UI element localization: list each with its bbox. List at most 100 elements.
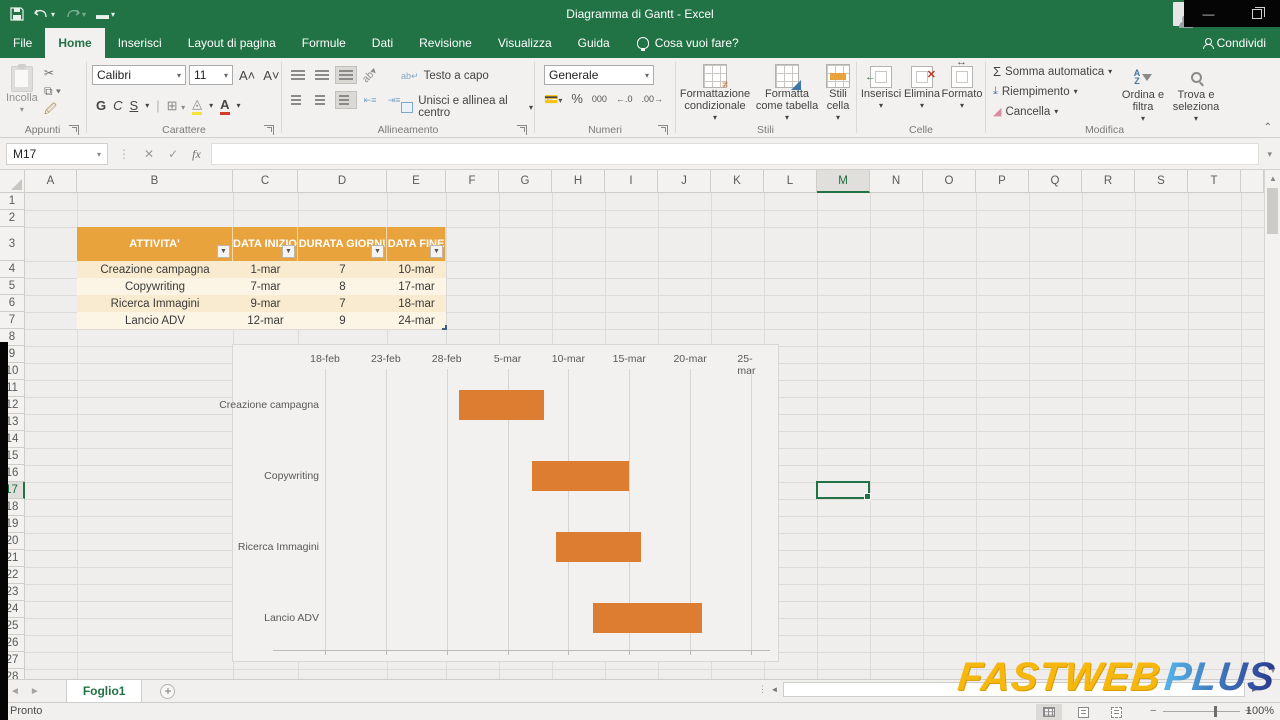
align-right-icon[interactable]: [335, 91, 357, 109]
filter-dropdown-icon[interactable]: ▼: [217, 245, 230, 258]
menu-tab-layout-di-pagina[interactable]: Layout di pagina: [175, 28, 289, 58]
sheet-tab-foglio1[interactable]: Foglio1: [66, 680, 143, 703]
table-cell[interactable]: 7: [298, 261, 387, 278]
number-dialog-launcher[interactable]: [658, 125, 668, 135]
collapse-ribbon-icon[interactable]: ⌃: [1264, 122, 1272, 133]
table-row[interactable]: Copywriting7-mar817-mar: [77, 278, 446, 295]
page-layout-view-icon[interactable]: [1070, 704, 1096, 720]
formula-bar-expand-icon[interactable]: ▾: [1267, 149, 1272, 160]
overlay-restore-icon[interactable]: [1252, 9, 1262, 19]
copy-icon[interactable]: ⧉ ▾: [44, 84, 61, 98]
insert-function-icon[interactable]: fx: [192, 147, 201, 162]
add-sheet-icon[interactable]: +: [160, 684, 175, 699]
insert-cells-button[interactable]: Inserisci ▾: [860, 66, 902, 112]
column-header-R[interactable]: R: [1082, 170, 1135, 193]
align-middle-icon[interactable]: [311, 66, 333, 84]
column-header-J[interactable]: J: [658, 170, 711, 193]
column-header-O[interactable]: O: [923, 170, 976, 193]
table-cell[interactable]: Creazione campagna: [77, 261, 233, 278]
decrease-indent-icon[interactable]: ⇤≡: [359, 91, 381, 109]
fill-color-icon[interactable]: ◬: [192, 96, 202, 115]
menu-tab-guida[interactable]: Guida: [565, 28, 623, 58]
percent-format-icon[interactable]: %: [571, 91, 583, 106]
font-size-combo[interactable]: 11▾: [189, 65, 233, 85]
tab-scroll-splitter[interactable]: ⋮: [758, 684, 768, 695]
menu-tab-home[interactable]: Home: [45, 28, 104, 58]
align-center-icon[interactable]: [311, 91, 333, 109]
table-cell[interactable]: Lancio ADV: [77, 312, 233, 329]
table-cell[interactable]: 7-mar: [233, 278, 298, 295]
format-painter-icon[interactable]: 🖉: [44, 102, 61, 116]
gantt-bar-creazione-campagna[interactable]: [459, 390, 544, 420]
column-header-S[interactable]: S: [1135, 170, 1188, 193]
gantt-chart[interactable]: 18-feb23-feb28-feb5-mar10-mar15-mar20-ma…: [232, 344, 779, 662]
orientation-icon[interactable]: ab▾: [359, 66, 381, 84]
fill-color-caret[interactable]: ▾: [209, 101, 213, 110]
gantt-bar-ricerca-immagini[interactable]: [556, 532, 641, 562]
column-header-G[interactable]: G: [499, 170, 552, 193]
vertical-scroll-thumb[interactable]: [1267, 188, 1278, 234]
comma-format-icon[interactable]: 000: [592, 94, 607, 104]
scroll-up-icon[interactable]: ▲: [1265, 170, 1280, 187]
row-header-2[interactable]: 2: [0, 210, 25, 227]
column-header-Q[interactable]: Q: [1029, 170, 1082, 193]
column-header-I[interactable]: I: [605, 170, 658, 193]
delete-cells-button[interactable]: Elimina ▾: [902, 66, 942, 112]
table-cell[interactable]: 24-mar: [387, 312, 446, 329]
select-all-corner[interactable]: [0, 170, 25, 193]
page-break-view-icon[interactable]: [1103, 704, 1129, 720]
font-color-caret[interactable]: ▾: [237, 101, 241, 110]
column-header-N[interactable]: N: [870, 170, 923, 193]
column-header-F[interactable]: F: [446, 170, 499, 193]
underline-button[interactable]: S: [130, 98, 139, 113]
share-button[interactable]: Condividi: [1202, 28, 1266, 58]
conditional-formatting-button[interactable]: Formattazione condizionale ▾: [679, 64, 751, 124]
format-cells-button[interactable]: Formato ▾: [942, 66, 982, 112]
column-header-C[interactable]: C: [233, 170, 298, 193]
format-as-table-button[interactable]: Formatta come tabella ▾: [753, 64, 821, 124]
table-cell[interactable]: 10-mar: [387, 261, 446, 278]
zoom-slider-track[interactable]: [1163, 711, 1240, 712]
decrease-decimal-icon[interactable]: .00→: [641, 94, 663, 104]
alignment-dialog-launcher[interactable]: [517, 125, 527, 135]
column-header-P[interactable]: P: [976, 170, 1029, 193]
table-resize-handle[interactable]: [442, 325, 447, 330]
column-header-A[interactable]: A: [25, 170, 77, 193]
align-left-icon[interactable]: [287, 91, 309, 109]
font-name-combo[interactable]: Calibri▾: [92, 65, 186, 85]
menu-tab-revisione[interactable]: Revisione: [406, 28, 485, 58]
row-header-1[interactable]: 1: [0, 193, 25, 210]
cut-icon[interactable]: ✂: [44, 66, 61, 80]
table-cell[interactable]: 1-mar: [233, 261, 298, 278]
table-cell[interactable]: 17-mar: [387, 278, 446, 295]
table-row[interactable]: Lancio ADV12-mar924-mar: [77, 312, 446, 329]
column-header-T[interactable]: T: [1188, 170, 1241, 193]
zoom-slider-handle[interactable]: [1214, 706, 1217, 717]
italic-button[interactable]: C: [113, 98, 122, 113]
align-top-icon[interactable]: [287, 66, 309, 84]
filter-dropdown-icon[interactable]: ▼: [430, 245, 443, 258]
column-header-D[interactable]: D: [298, 170, 387, 193]
column-header-stub[interactable]: [1241, 170, 1264, 193]
column-header-K[interactable]: K: [711, 170, 764, 193]
column-header-H[interactable]: H: [552, 170, 605, 193]
table-cell[interactable]: 18-mar: [387, 295, 446, 312]
formula-input[interactable]: [211, 143, 1260, 165]
cancel-formula-icon[interactable]: ✕: [144, 147, 154, 161]
paste-button[interactable]: Incolla ▾: [6, 66, 38, 116]
overlay-minimize-icon[interactable]: —: [1203, 7, 1215, 21]
cell-styles-button[interactable]: Stili cella ▾: [821, 64, 855, 124]
row-header-5[interactable]: 5: [0, 278, 25, 295]
table-cell[interactable]: 7: [298, 295, 387, 312]
row-header-4[interactable]: 4: [0, 261, 25, 278]
filter-dropdown-icon[interactable]: ▼: [371, 245, 384, 258]
wrap-text-button[interactable]: ab↵ Testo a capo: [401, 70, 489, 82]
bold-button[interactable]: G: [96, 98, 106, 113]
increase-decimal-icon[interactable]: ←.0: [616, 94, 633, 104]
column-header-M[interactable]: M: [817, 170, 870, 193]
column-header-E[interactable]: E: [387, 170, 446, 193]
table-cell[interactable]: Ricerca Immagini: [77, 295, 233, 312]
align-bottom-icon[interactable]: [335, 66, 357, 84]
row-header-6[interactable]: 6: [0, 295, 25, 312]
underline-caret[interactable]: ▾: [145, 101, 149, 110]
